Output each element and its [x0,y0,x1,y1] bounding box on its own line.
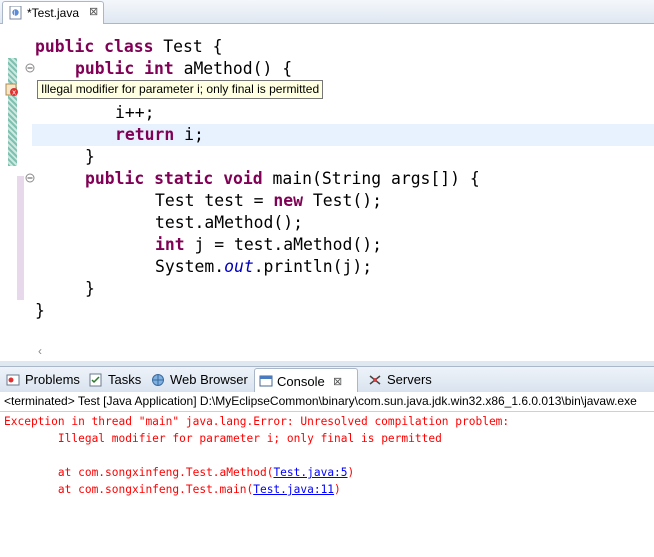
code-line-1: public class Test { [35,37,223,56]
code-line-2: public int aMethod() { [75,59,293,78]
stack-trace-link[interactable]: Test.java:11 [253,483,334,496]
console-line: Illegal modifier for parameter i; only f… [4,432,442,445]
code-line-10: int j = test.aMethod(); [155,235,382,254]
code-line-11: System.out.println(j); [155,257,373,276]
code-line-9: test.aMethod(); [155,213,304,232]
code-line-8: Test test = new Test(); [155,191,382,210]
java-file-icon: J [9,6,22,20]
error-tooltip: Illegal modifier for parameter i; only f… [37,80,324,99]
code-line-7: public static void main(String args[]) { [85,169,480,188]
code-line-4: i++; [115,103,155,122]
close-icon[interactable]: ⊠ [89,5,98,18]
svg-text:x: x [12,89,16,97]
code-line-5: return i; [115,125,204,144]
servers-icon [369,375,381,385]
code-line-13: } [35,301,45,320]
editor-tab-label: *Test.java [27,6,80,20]
console-line: at com.songxinfeng.Test.aMethod(Test.jav… [4,466,355,479]
code-line-12: } [85,279,95,298]
tasks-icon [89,373,102,387]
collapse-icon[interactable] [25,63,35,73]
console-process-label: <terminated> Test [Java Application] D:\… [0,392,654,412]
horizontal-scrollbar[interactable]: ‹ [0,344,654,361]
collapse-icon[interactable] [25,173,35,183]
svg-text:J: J [13,10,16,17]
tab-console[interactable]: Console ⊠ [254,368,358,393]
console-icon [259,375,273,387]
view-tab-bar: Problems Tasks Web Browser Console ⊠ Ser… [0,366,654,393]
close-icon[interactable]: ⊠ [333,372,342,392]
console-line: Exception in thread "main" java.lang.Err… [4,415,516,428]
scroll-left-icon[interactable]: ‹ [38,344,42,358]
code-line-6: } [85,147,95,166]
error-marker-icon[interactable]: x [5,83,19,97]
stack-trace-link[interactable]: Test.java:5 [273,466,347,479]
console-line: at com.songxinfeng.Test.main(Test.java:1… [4,483,341,496]
editor-tab-test-java[interactable]: J *Test.java ⊠ [2,1,104,24]
quick-diff-marker [17,176,24,300]
change-marker [8,58,17,166]
problems-icon [6,374,20,386]
globe-icon [152,374,164,386]
